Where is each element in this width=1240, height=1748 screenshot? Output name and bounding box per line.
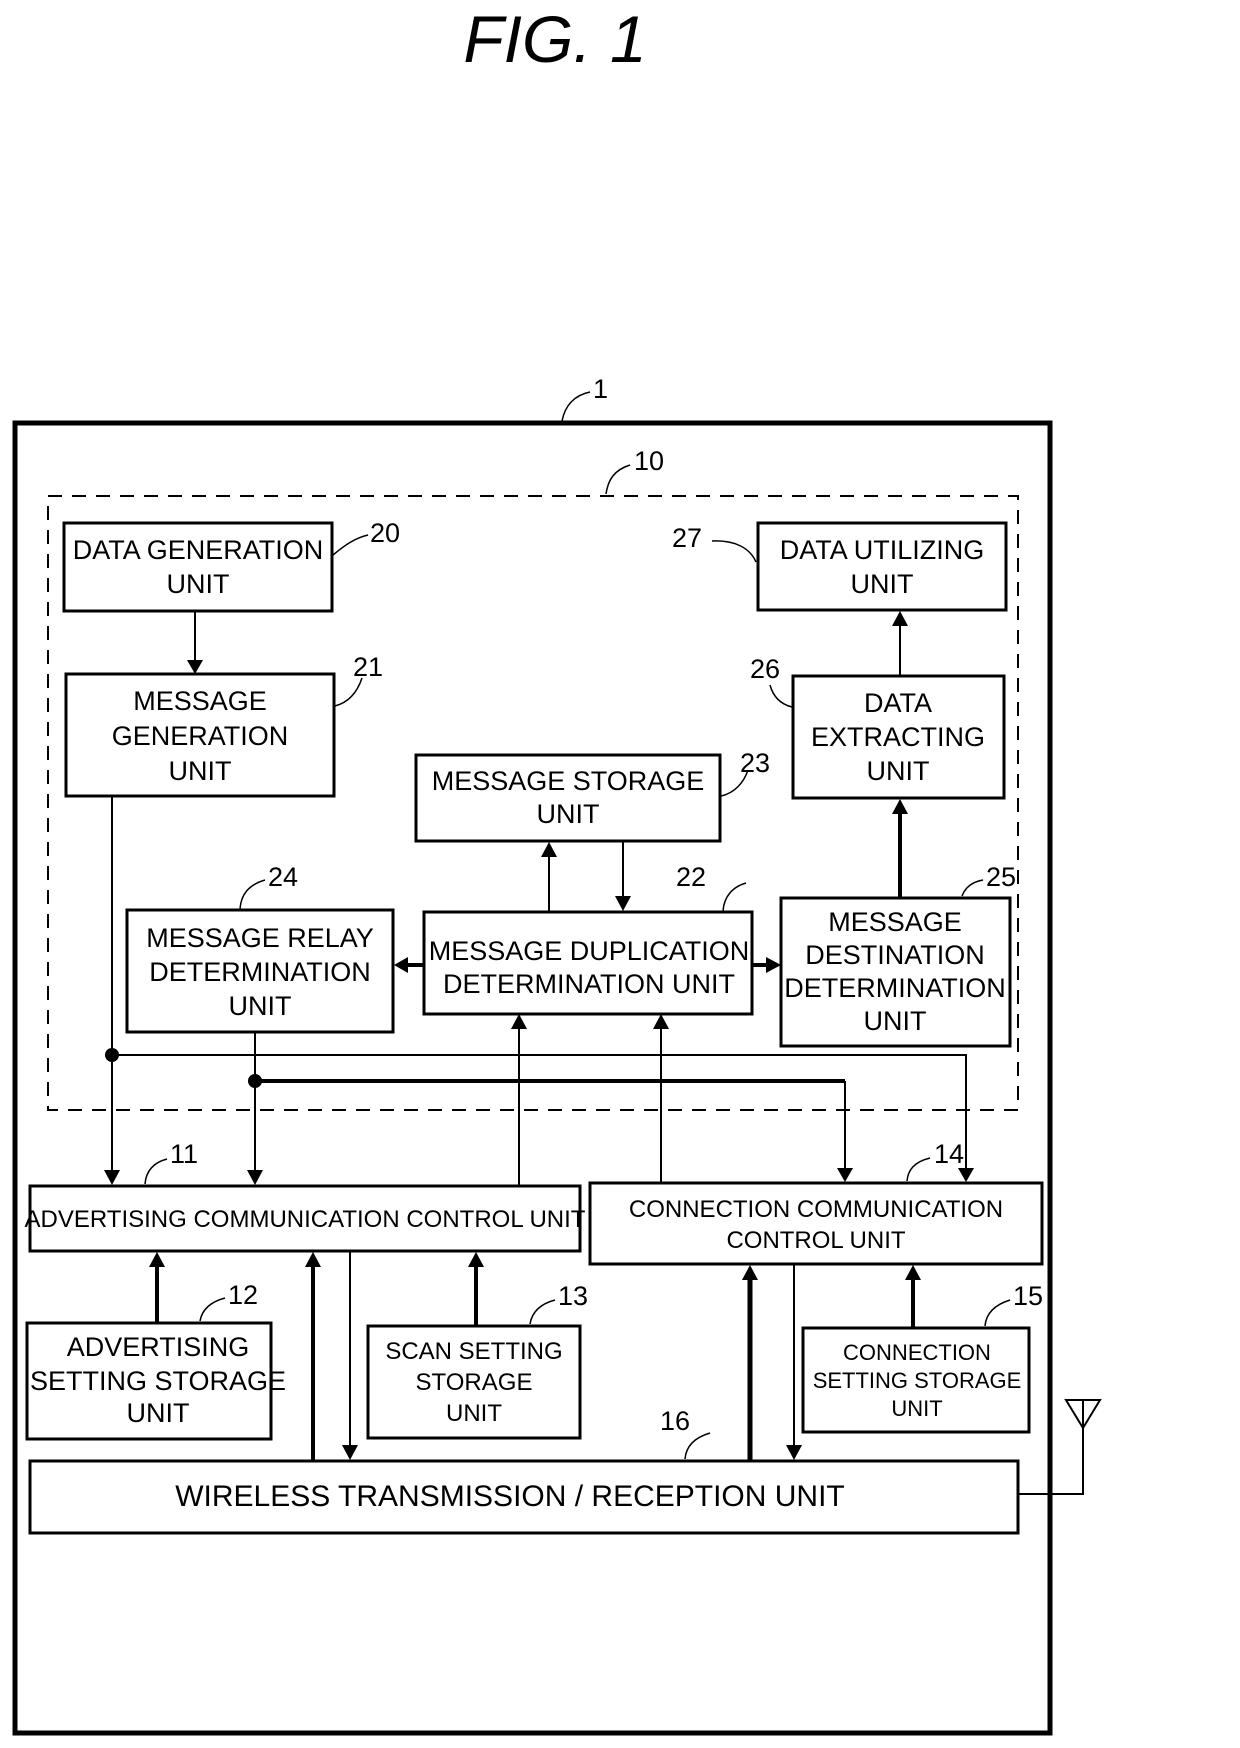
svg-text:27: 27 <box>672 523 702 553</box>
svg-text:UNIT: UNIT <box>127 1398 190 1428</box>
svg-text:12: 12 <box>228 1280 258 1310</box>
message-generation-unit: MESSAGE GENERATION UNIT 21 <box>64 652 383 798</box>
svg-text:13: 13 <box>558 1281 588 1311</box>
svg-text:21: 21 <box>353 652 383 682</box>
svg-text:15: 15 <box>1013 1281 1043 1311</box>
svg-text:EXTRACTING: EXTRACTING <box>811 722 985 752</box>
connection-setting-storage-unit: CONNECTION SETTING STORAGE UNIT 15 <box>801 1281 1043 1434</box>
svg-text:SCAN SETTING: SCAN SETTING <box>385 1338 562 1365</box>
message-relay-determination-unit: MESSAGE RELAY DETERMINATION UNIT 24 <box>125 862 395 1034</box>
svg-text:MESSAGE DUPLICATION: MESSAGE DUPLICATION <box>429 936 750 966</box>
svg-text:ADVERTISING: ADVERTISING <box>67 1332 250 1362</box>
device-leader <box>561 391 591 422</box>
controller-leader <box>605 464 631 495</box>
message-storage-unit: MESSAGE STORAGE UNIT 23 <box>414 748 770 843</box>
device-boundary <box>12 420 1053 1736</box>
svg-text:CONTROL UNIT: CONTROL UNIT <box>726 1227 905 1254</box>
block-diagram: FIG. 1 1 10 DATA GENERATION UNIT 20 MESS… <box>12 2 1102 1736</box>
advertising-communication-control-unit: ADVERTISING COMMUNICATION CONTROL UNIT 1… <box>25 1139 586 1253</box>
svg-text:UNIT: UNIT <box>851 569 914 599</box>
data-extracting-unit: DATA EXTRACTING UNIT 26 <box>750 654 1006 800</box>
svg-text:UNIT: UNIT <box>229 991 292 1021</box>
svg-text:MESSAGE RELAY: MESSAGE RELAY <box>146 923 374 953</box>
svg-text:25: 25 <box>986 862 1016 892</box>
svg-text:UNIT: UNIT <box>867 756 930 786</box>
svg-text:UNIT: UNIT <box>537 799 600 829</box>
svg-text:26: 26 <box>750 654 780 684</box>
svg-text:DETERMINATION: DETERMINATION <box>784 973 1006 1003</box>
svg-text:UNIT: UNIT <box>864 1006 927 1036</box>
svg-text:14: 14 <box>934 1139 964 1169</box>
svg-text:MESSAGE STORAGE: MESSAGE STORAGE <box>432 766 705 796</box>
svg-text:WIRELESS TRANSMISSION / RECEPT: WIRELESS TRANSMISSION / RECEPTION UNIT <box>175 1480 845 1513</box>
svg-text:UNIT: UNIT <box>891 1396 942 1421</box>
svg-text:11: 11 <box>170 1139 198 1169</box>
data-utilizing-unit: DATA UTILIZING UNIT 27 <box>672 521 1008 612</box>
svg-text:SETTING STORAGE: SETTING STORAGE <box>813 1368 1022 1393</box>
svg-text:STORAGE: STORAGE <box>416 1369 533 1396</box>
svg-text:DATA: DATA <box>864 688 932 718</box>
svg-text:16: 16 <box>660 1406 690 1436</box>
svg-text:MESSAGE: MESSAGE <box>133 686 267 716</box>
svg-text:24: 24 <box>268 862 298 892</box>
message-duplication-determination-unit: MESSAGE DUPLICATION DETERMINATION UNIT 2… <box>422 862 754 1016</box>
svg-text:CONNECTION: CONNECTION <box>843 1340 991 1365</box>
svg-text:ADVERTISING COMMUNICATION CONT: ADVERTISING COMMUNICATION CONTROL UNIT <box>25 1206 586 1233</box>
svg-text:DETERMINATION UNIT: DETERMINATION UNIT <box>443 969 735 999</box>
svg-text:DATA UTILIZING: DATA UTILIZING <box>780 535 985 565</box>
svg-text:UNIT: UNIT <box>169 756 232 786</box>
svg-text:SETTING STORAGE: SETTING STORAGE <box>30 1366 286 1396</box>
data-generation-unit: DATA GENERATION UNIT 20 <box>62 518 400 613</box>
svg-text:23: 23 <box>740 748 770 778</box>
svg-text:20: 20 <box>370 518 400 548</box>
controller-ref: 10 <box>634 446 664 476</box>
svg-text:GENERATION: GENERATION <box>112 721 289 751</box>
scan-setting-storage-unit: SCAN SETTING STORAGE UNIT 13 <box>366 1281 588 1440</box>
svg-text:22: 22 <box>676 862 706 892</box>
connection-communication-control-unit: CONNECTION COMMUNICATION CONTROL UNIT 14 <box>588 1139 1044 1266</box>
figure-title: FIG. 1 <box>463 2 646 76</box>
svg-text:MESSAGE: MESSAGE <box>828 907 962 937</box>
svg-text:CONNECTION COMMUNICATION: CONNECTION COMMUNICATION <box>629 1196 1003 1223</box>
device-ref: 1 <box>593 374 608 404</box>
svg-text:DESTINATION: DESTINATION <box>805 940 985 970</box>
svg-text:DATA GENERATION: DATA GENERATION <box>73 535 324 565</box>
svg-text:DETERMINATION: DETERMINATION <box>149 957 371 987</box>
svg-text:UNIT: UNIT <box>167 569 230 599</box>
svg-text:UNIT: UNIT <box>446 1400 502 1427</box>
